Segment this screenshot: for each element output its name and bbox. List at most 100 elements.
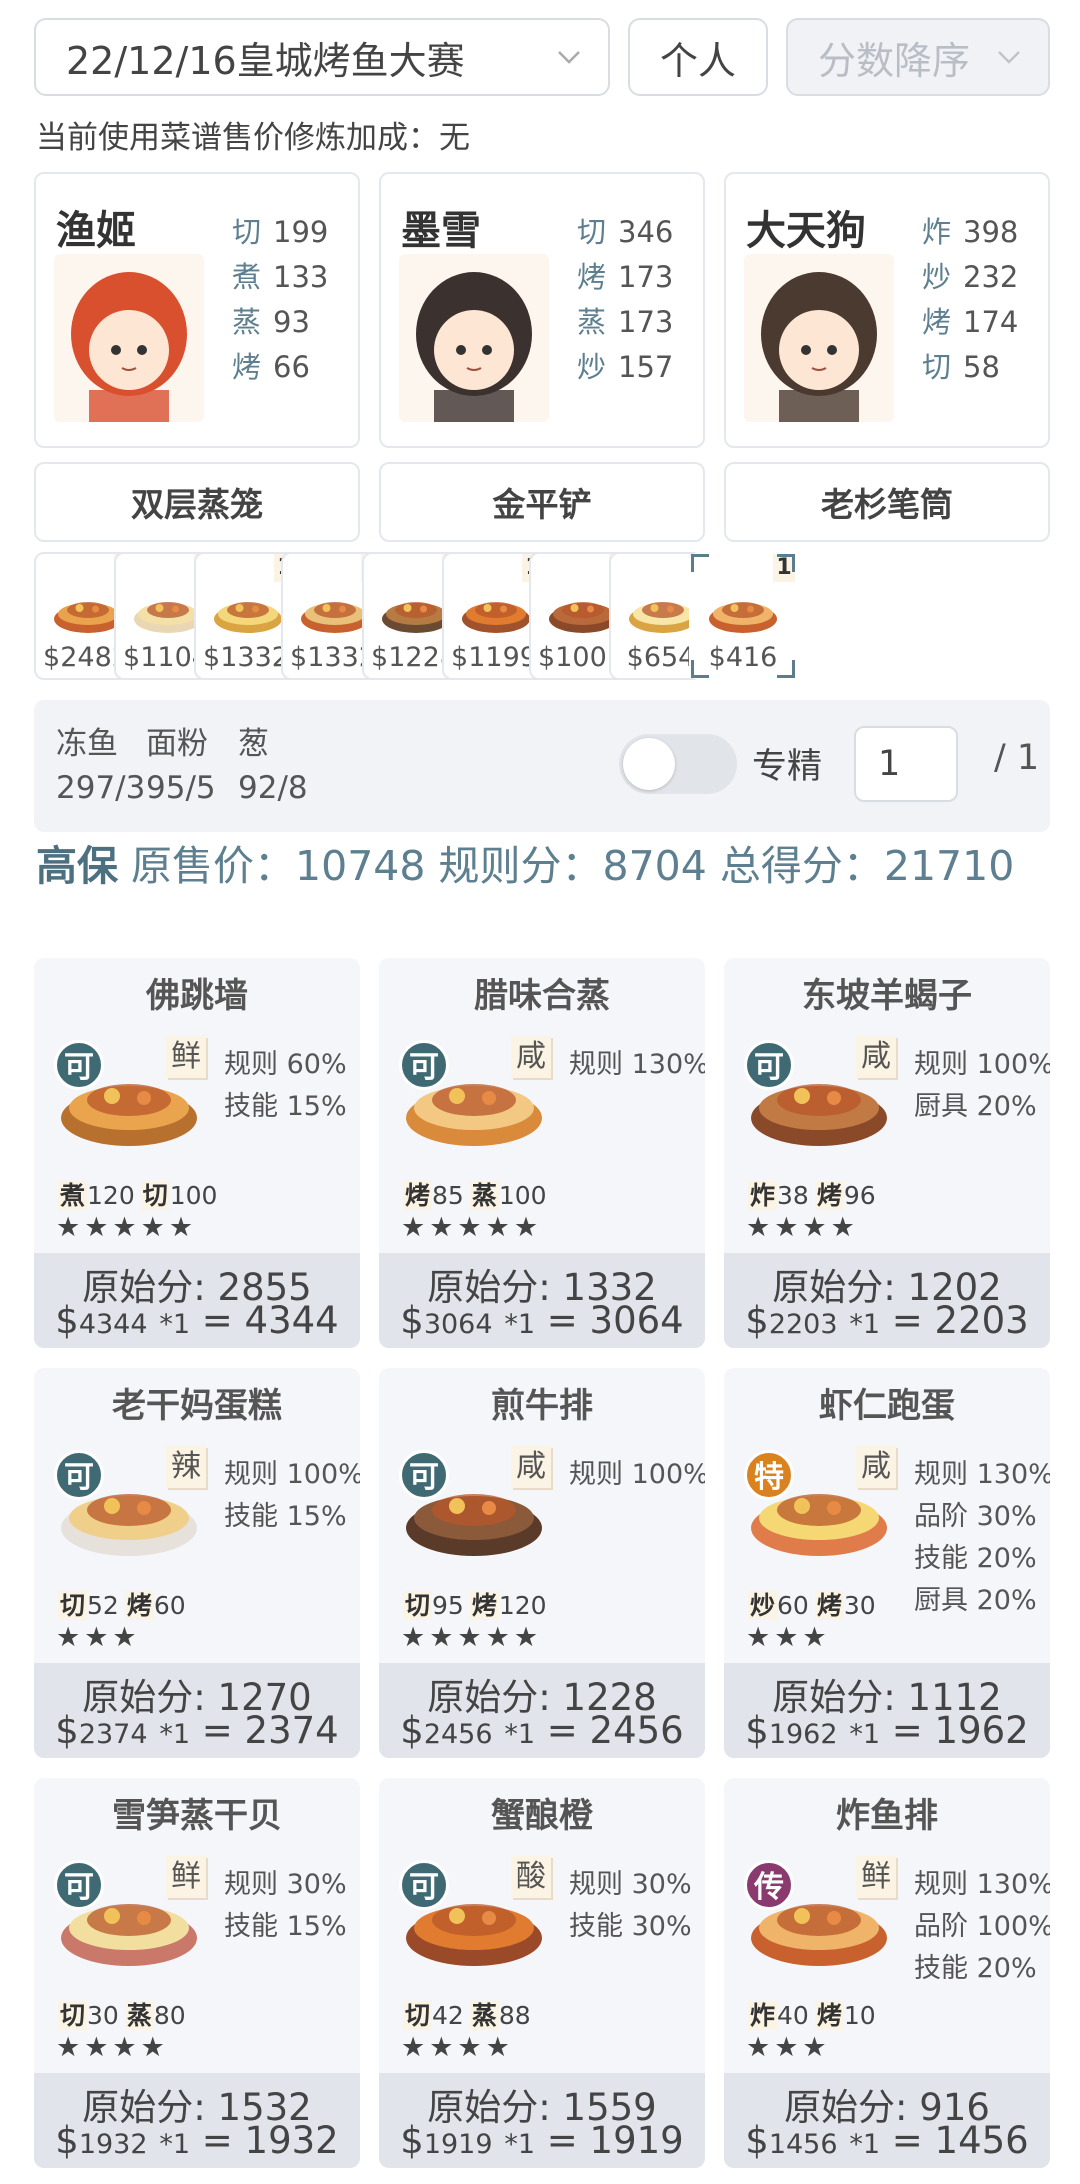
- dish-rule: 技能 20%: [914, 1543, 1037, 1574]
- dish-rank-badge: 传: [744, 1860, 794, 1910]
- dish-rule-list: 规则 130% 品阶 30% 技能 20% 厨具 20%: [914, 1454, 1050, 1622]
- dish-total: 1456: [934, 2119, 1029, 2162]
- summary-text: 原售价：10748 规则分：8704 总得分：21710: [131, 842, 1015, 890]
- skill-value: 173: [618, 305, 674, 339]
- dish-total: 3064: [589, 1299, 684, 1342]
- dish-multiplier: *1: [849, 1719, 880, 1750]
- dish-rule: 规则 130%: [914, 1459, 1050, 1490]
- dish-card[interactable]: 蟹酿橙可 酸规则 30% 技能 30% 切42 蒸88 ★★★★ 原始分: 1559 $191…: [379, 1778, 705, 2168]
- skill-value: 66: [273, 350, 310, 384]
- chef-skill-row: 切 346: [577, 210, 673, 255]
- dish-card-grid: 佛跳墙可鲜规则 60% 技能 15% 煮120 切100 ★★★★★ 原始分: 2855 $…: [34, 958, 1050, 2178]
- skill-name: 蒸: [577, 305, 607, 339]
- chevron-down-icon: [998, 51, 1020, 64]
- ingredient-item: 面粉 95/5: [146, 722, 216, 810]
- dish-card[interactable]: 老干妈蛋糕可辣规则 100% 技能 15% 切52 烤60 ★★★ 原始分: 1270 $2…: [34, 1368, 360, 1758]
- dish-unit-price: 1932: [78, 2129, 148, 2160]
- quantity-input[interactable]: 1: [854, 726, 958, 802]
- dish-rule: 规则 100%: [224, 1459, 360, 1490]
- dish-multiplier: *1: [504, 1719, 535, 1750]
- dish-tile[interactable]: 1 $416: [689, 552, 797, 680]
- dish-card[interactable]: 东坡羊蝎子可 咸规则 100% 厨具 20% 炸38 烤96 ★★★★ 原始分: 1202 $…: [724, 958, 1050, 1348]
- equals-sign: =: [535, 1709, 590, 1752]
- dish-card-title: 虾仁跑蛋: [819, 1386, 955, 1426]
- dish-rule-list: 规则 100% 厨具 20%: [914, 1044, 1050, 1128]
- dish-rule: 技能 15%: [224, 1501, 347, 1532]
- chef-row: 渔姬切 199 煮 133 蒸 93 烤 66 墨雪切 346 烤 173 蒸 173 炒 157 大天狗炸 39…: [34, 172, 1050, 448]
- chevron-down-icon: [558, 51, 580, 64]
- dish-card[interactable]: 煎牛排可 咸规则 100% 切95 烤120 ★★★★★ 原始分: 1228 $2456 *…: [379, 1368, 705, 1758]
- dish-price-calc: $3064 *1 = 3064: [379, 1299, 705, 1342]
- skill-value: 58: [963, 350, 1000, 384]
- dish-rule-list: 规则 30% 技能 15%: [224, 1864, 347, 1948]
- dish-stars: ★★★★★: [401, 1212, 543, 1243]
- dish-stars: ★★★: [746, 1622, 831, 1653]
- dish-score-footer: 原始分: 1532 $1932 *1 = 1932: [34, 2073, 360, 2168]
- dish-skill-reqs: 炸40 烤10: [748, 1996, 882, 2032]
- dish-card[interactable]: 雪笋蒸干贝可 鲜规则 30% 技能 15% 切30 蒸80 ★★★★ 原始分: 1532 $1…: [34, 1778, 360, 2168]
- dish-rank-badge: 可: [54, 1860, 104, 1910]
- dish-flavor-tag: 辣: [166, 1446, 206, 1488]
- dish-strip: 1$24821$11041$13321$13321$12281$11991$10…: [34, 552, 1050, 684]
- dish-card-title: 煎牛排: [491, 1386, 593, 1426]
- equip-slot[interactable]: 双层蒸笼: [34, 462, 360, 542]
- selection-corner: [777, 554, 795, 572]
- dish-flavor-tag: 酸: [511, 1856, 551, 1898]
- sort-select[interactable]: 分数降序: [786, 18, 1050, 96]
- skill-name: 炒: [922, 260, 952, 294]
- skill-value: 96: [843, 1181, 876, 1210]
- dish-rule: 规则 130%: [914, 1869, 1050, 1900]
- mode-select[interactable]: 个人: [628, 18, 768, 96]
- skill-name: 烤: [403, 1181, 433, 1210]
- contest-select[interactable]: 22/12/16皇城烤鱼大赛: [34, 18, 610, 96]
- dish-unit-price: 1919: [423, 2129, 493, 2160]
- equip-slot[interactable]: 金平铲: [379, 462, 705, 542]
- dish-card[interactable]: 炸鱼排传鲜规则 130% 品阶 100% 技能 20% 炸40 烤10 ★★★ 原始分: 9…: [724, 1778, 1050, 2168]
- dish-flavor-tag: 鲜: [856, 1856, 896, 1898]
- chef-card[interactable]: 渔姬 切 199 煮 133 蒸 93 烤 66: [34, 172, 360, 448]
- selection-corner: [691, 554, 709, 572]
- skill-name: 煮: [232, 260, 262, 294]
- specialize-toggle[interactable]: [619, 734, 737, 794]
- dish-card[interactable]: 虾仁跑蛋特咸规则 130% 品阶 30% 技能 20% 厨具 20% 炒60 烤30 ★★★…: [724, 1368, 1050, 1758]
- dish-price-calc: $1962 *1 = 1962: [724, 1709, 1050, 1752]
- dish-multiplier: *1: [849, 2129, 880, 2160]
- skill-value: 85: [432, 1181, 464, 1210]
- skill-name: 炸: [922, 215, 952, 249]
- dish-rule: 规则 30%: [569, 1869, 692, 1900]
- dish-score-footer: 原始分: 1270 $2374 *1 = 2374: [34, 1663, 360, 1758]
- dish-card-title: 老干妈蛋糕: [112, 1386, 282, 1426]
- dish-rule-list: 规则 30% 技能 30%: [569, 1864, 692, 1948]
- equip-row: 双层蒸笼 金平铲 老杉笔筒: [34, 462, 1050, 542]
- skill-value: 30: [87, 2001, 119, 2030]
- dish-skill-reqs: 煮120 切100: [58, 1176, 223, 1212]
- dish-card[interactable]: 佛跳墙可 鲜规则 60% 技能 15% 煮120 切100 ★★★★★ 原始分: 2855 $…: [34, 958, 360, 1348]
- toggle-knob: [623, 738, 675, 790]
- dish-rule-list: 规则 60% 技能 15%: [224, 1044, 347, 1128]
- chef-card[interactable]: 大天狗 炸 398 炒 232 烤 174 切 58: [724, 172, 1050, 448]
- skill-name: 烤: [124, 1591, 154, 1620]
- dish-card[interactable]: 腊味合蒸可 咸规则 130% 烤85 蒸100 ★★★★★ 原始分: 1332 $3064 …: [379, 958, 705, 1348]
- skill-name: 切: [140, 1181, 170, 1210]
- dish-total: 2374: [244, 1709, 339, 1752]
- top-bar: 22/12/16皇城烤鱼大赛 个人 分数降序: [34, 18, 1050, 96]
- skill-value: 80: [153, 2001, 186, 2030]
- chef-skill-row: 切 58: [922, 345, 1018, 390]
- chef-skill-row: 煮 133: [232, 255, 328, 300]
- skill-value: 173: [618, 260, 674, 294]
- dish-rule: 规则 130%: [569, 1049, 705, 1080]
- equals-sign: =: [535, 1299, 590, 1342]
- skill-value: 346: [618, 215, 674, 249]
- dish-rank-badge: 可: [54, 1040, 104, 1090]
- dish-unit-price: 2203: [768, 1309, 838, 1340]
- skill-value: 157: [618, 350, 674, 384]
- equip-slot[interactable]: 老杉笔筒: [724, 462, 1050, 542]
- dish-unit-price: 1456: [768, 2129, 838, 2160]
- dish-stars: ★★★★: [56, 2032, 169, 2063]
- chef-card[interactable]: 墨雪 切 346 烤 173 蒸 173 炒 157: [379, 172, 705, 448]
- dollar-icon: $: [55, 2119, 79, 2162]
- dish-total: 1932: [244, 2119, 339, 2162]
- skill-value: 38: [777, 1181, 809, 1210]
- dish-skill-reqs: 切42 蒸88: [403, 1996, 537, 2032]
- dish-flavor-tag: 咸: [511, 1036, 551, 1078]
